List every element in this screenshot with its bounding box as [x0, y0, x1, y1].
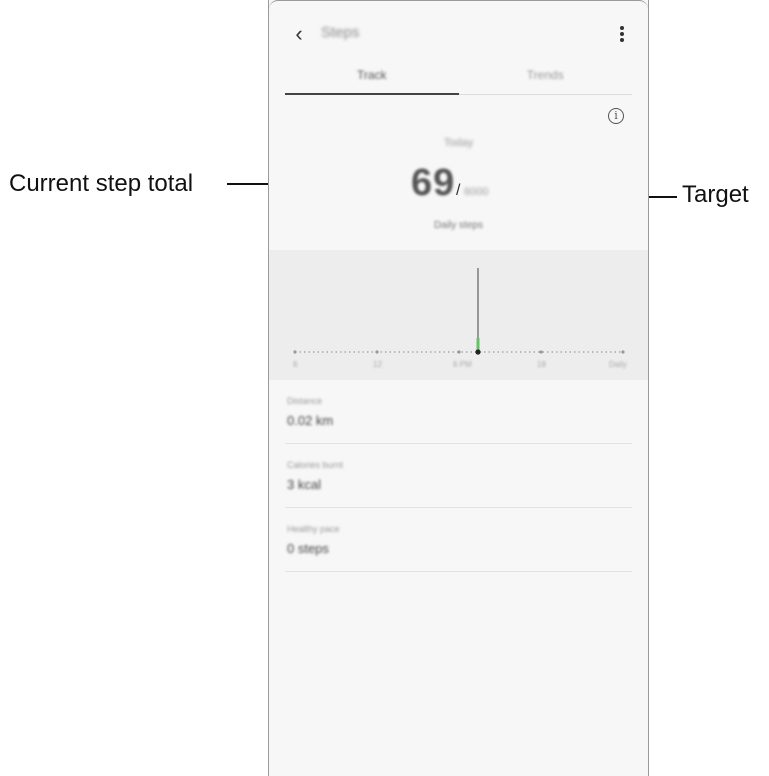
axis-tick — [293, 350, 297, 354]
current-time-dot — [475, 349, 481, 355]
stats-list: Distance 0.02 km Calories burnt 3 kcal H… — [285, 380, 632, 572]
axis-tick — [621, 350, 625, 354]
stat-value: 0.02 km — [287, 413, 334, 428]
axis-tick — [539, 350, 543, 354]
axis-label: 6 — [293, 360, 298, 369]
stat-value: 3 kcal — [287, 477, 321, 492]
tab-track[interactable]: Track — [285, 62, 459, 94]
axis-label: 6 PM — [453, 360, 472, 369]
list-item[interactable]: Healthy pace 0 steps — [285, 508, 632, 572]
hourly-steps-chart[interactable]: 6 12 6 PM 18 Daily — [269, 250, 648, 380]
step-separator: / — [456, 182, 461, 199]
app-bar: ‹ Steps — [269, 16, 648, 52]
current-step-count: 69 — [411, 162, 456, 204]
page-title: Steps — [321, 24, 360, 41]
stat-label: Healthy pace — [287, 524, 340, 534]
axis-label: Daily — [609, 360, 627, 369]
stat-label: Calories burnt — [287, 460, 344, 470]
callout-leader-left-black — [227, 183, 268, 185]
axis-label: 18 — [537, 360, 546, 369]
tab-selected-indicator — [285, 93, 459, 95]
axis-tick — [375, 350, 379, 354]
list-item[interactable]: Distance 0.02 km — [285, 380, 632, 444]
step-summary: 69 / 6000 — [269, 162, 648, 206]
step-target: 6000 — [464, 186, 489, 198]
tab-trends[interactable]: Trends — [459, 62, 633, 94]
phone-screen: ‹ Steps Track Trends i Today 69 / 6000 D… — [268, 0, 649, 776]
tab-divider — [459, 94, 632, 95]
callout-current-step-total: Current step total — [9, 170, 194, 197]
axis-tick — [457, 350, 461, 354]
more-vertical-icon[interactable] — [616, 22, 628, 46]
list-item[interactable]: Calories burnt 3 kcal — [285, 444, 632, 508]
chevron-left-icon[interactable]: ‹ — [289, 22, 309, 46]
callout-leader-right-black — [649, 196, 677, 198]
callout-target: Target — [682, 181, 749, 208]
tab-bar: Track Trends — [285, 62, 632, 96]
daily-steps-caption: Daily steps — [434, 220, 483, 231]
stat-label: Distance — [287, 396, 323, 406]
info-icon[interactable]: i — [608, 108, 624, 124]
step-bar — [476, 338, 480, 351]
day-label: Today — [443, 137, 474, 149]
axis-label: 12 — [373, 360, 382, 369]
stat-value: 0 steps — [287, 541, 329, 556]
